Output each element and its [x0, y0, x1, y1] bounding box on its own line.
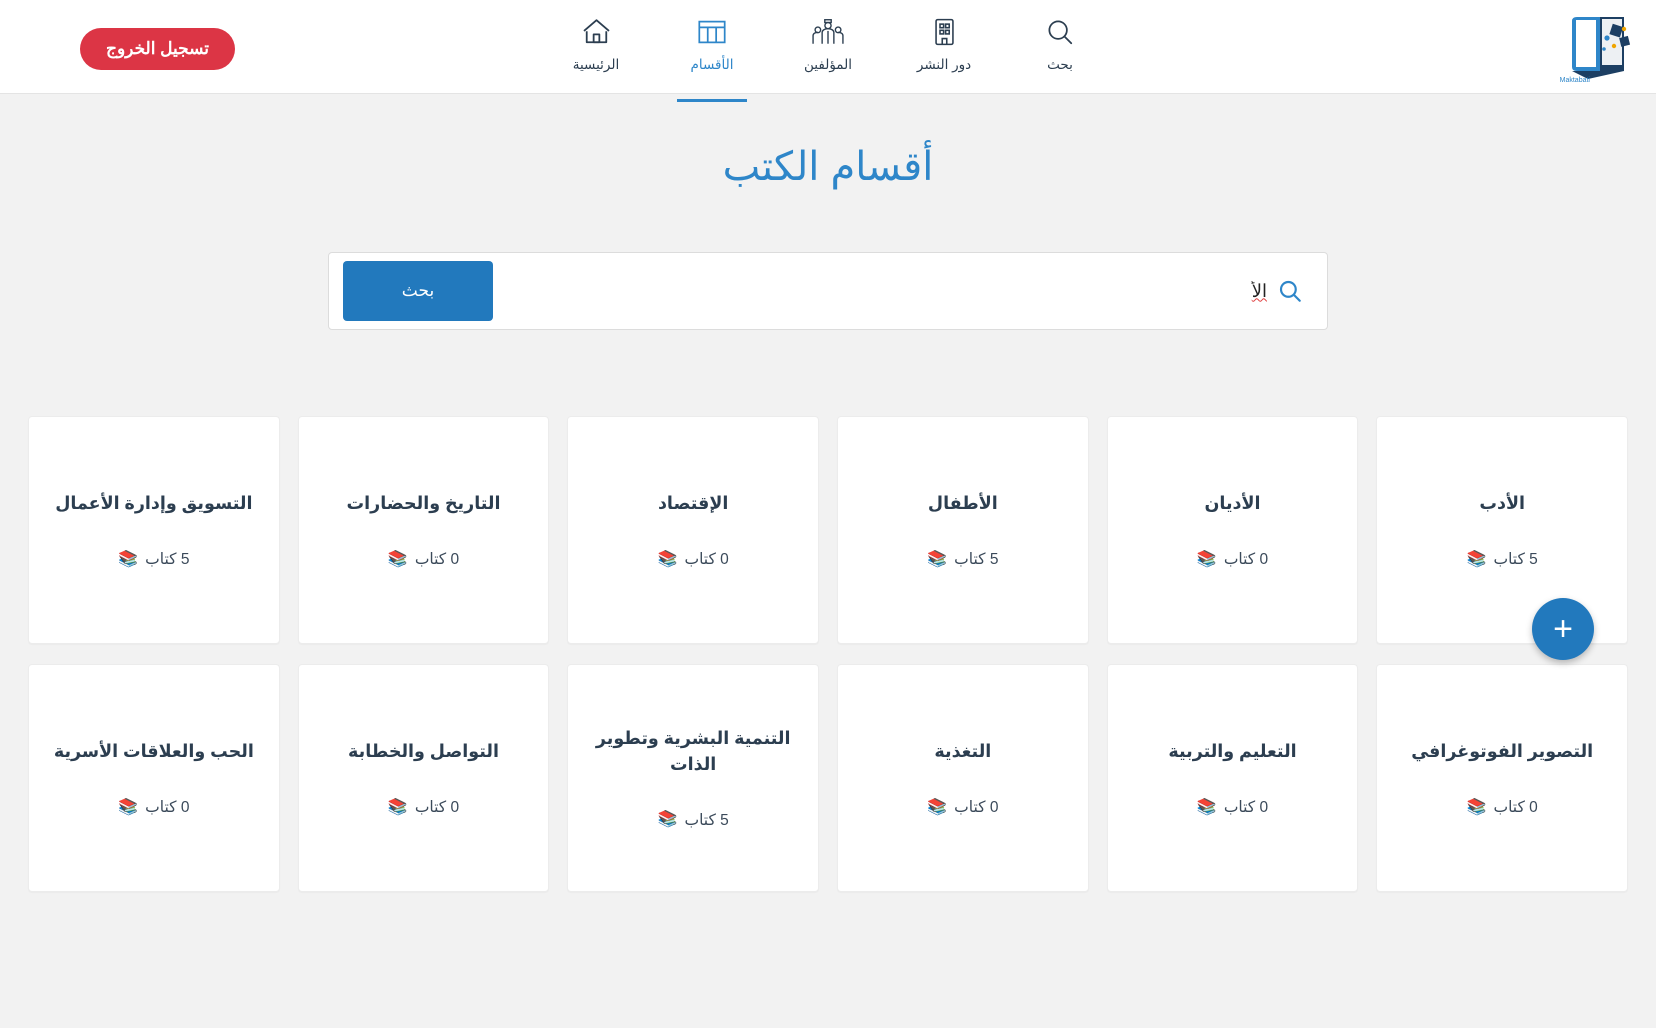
section-card-count: 📚 0 كتاب	[388, 798, 459, 817]
nav-label-home: الرئيسية	[572, 56, 620, 72]
search-bar: بحث	[328, 252, 1328, 330]
section-card-title: التعليم والتربية	[1168, 740, 1297, 761]
books-icon: 📚	[1466, 550, 1487, 568]
section-card-title: الإقتصاد	[657, 492, 729, 513]
search-icon	[1045, 14, 1075, 50]
section-card-count: 📚 0 كتاب	[1197, 798, 1268, 817]
nav-label-search: بحث	[1047, 56, 1073, 72]
search-submit-button[interactable]: بحث	[343, 261, 493, 321]
page-title: أقسام الكتب	[722, 145, 934, 189]
search-input[interactable]	[1207, 280, 1267, 302]
section-card-title: الأطفال	[927, 492, 998, 513]
nav-items-group: بحث دور النشر المؤلفين الأقسام الرئيسية	[548, 0, 1108, 102]
svg-text:Maktabati: Maktabati	[1560, 77, 1591, 84]
section-card-title: التغذية	[934, 740, 992, 761]
logout-button[interactable]: تسجيل الخروج	[80, 28, 236, 70]
section-card[interactable]: الحب والعلاقات الأسرية 📚 0 كتاب	[28, 664, 280, 892]
section-card-count: 📚 0 كتاب	[927, 798, 998, 817]
books-icon: 📚	[1196, 798, 1217, 816]
section-card-count-text: 5 كتاب	[1493, 551, 1538, 569]
section-card-count-text: 5 كتاب	[145, 551, 190, 569]
section-card-title: الأديان	[1204, 492, 1261, 513]
section-card-count: 📚 0 كتاب	[1467, 798, 1538, 817]
nav-label-sections: الأقسام	[690, 56, 734, 72]
nav-item-authors[interactable]: المؤلفين	[780, 14, 876, 94]
books-icon: 📚	[657, 550, 678, 568]
section-card[interactable]: الإقتصاد 📚 0 كتاب	[567, 416, 819, 644]
authors-icon	[812, 14, 844, 50]
nav-item-publishers[interactable]: دور النشر	[896, 14, 992, 94]
section-card-count-text: 0 كتاب	[414, 799, 460, 817]
books-icon: 📚	[927, 798, 948, 816]
section-card-count: 📚 5 كتاب	[658, 811, 729, 830]
books-icon: 📚	[387, 798, 408, 816]
magnifier-icon[interactable]	[1277, 278, 1303, 304]
section-card-title: التواصل والخطابة	[348, 740, 499, 761]
search-field-group	[493, 261, 1313, 321]
nav-item-sections[interactable]: الأقسام	[664, 14, 760, 102]
building-icon	[931, 14, 958, 50]
section-card[interactable]: الأطفال 📚 5 كتاب	[837, 416, 1089, 644]
books-icon: 📚	[1466, 798, 1487, 816]
section-card-count-text: 0 كتاب	[1223, 551, 1269, 569]
section-card-count-text: 0 كتاب	[1223, 799, 1269, 817]
section-card[interactable]: التعليم والتربية 📚 0 كتاب	[1106, 664, 1359, 892]
section-card-title: التسويق وإدارة الأعمال	[55, 492, 253, 513]
section-card-count-text: 0 كتاب	[414, 551, 460, 569]
sections-grid-icon	[697, 14, 727, 50]
section-card-count-text: 5 كتاب	[684, 811, 729, 829]
section-card-title: الحب والعلاقات الأسرية	[53, 740, 254, 761]
nav-item-home[interactable]: الرئيسية	[548, 14, 644, 94]
section-card-title: التاريخ والحضارات	[346, 492, 501, 513]
section-card-count: 📚 5 كتاب	[927, 550, 998, 569]
books-icon: 📚	[118, 798, 139, 816]
books-icon: 📚	[927, 550, 948, 568]
section-card[interactable]: التنمية البشرية وتطوير الذات 📚 5 كتاب	[567, 664, 819, 892]
section-card-count-text: 0 كتاب	[145, 799, 190, 817]
section-card-count: 📚 5 كتاب	[1467, 550, 1538, 569]
section-card-title: التنمية البشرية وتطوير الذات	[595, 728, 791, 774]
sections-grid: الأدب 📚 5 كتاب الأديان 📚 0 كتاب الأطفال …	[28, 416, 1628, 892]
nav-label-publishers: دور النشر	[916, 56, 972, 72]
books-icon: 📚	[387, 550, 408, 568]
section-card[interactable]: التصوير الفوتوغرافي 📚 0 كتاب	[1376, 664, 1628, 892]
section-card-count-text: 0 كتاب	[954, 799, 999, 817]
nav-item-search[interactable]: بحث	[1012, 14, 1108, 94]
section-card-count: 📚 0 كتاب	[388, 550, 459, 569]
section-card-title: الأدب	[1479, 492, 1525, 513]
section-card-count: 📚 0 كتاب	[1197, 550, 1268, 569]
section-card-count: 📚 5 كتاب	[118, 550, 189, 569]
add-section-button[interactable]: +	[1532, 598, 1594, 660]
section-card[interactable]: التواصل والخطابة 📚 0 كتاب	[297, 664, 550, 892]
section-card[interactable]: التسويق وإدارة الأعمال 📚 5 كتاب	[28, 416, 280, 644]
section-card[interactable]: الأدب 📚 5 كتاب	[1376, 416, 1628, 644]
nav-label-authors: المؤلفين	[804, 56, 852, 72]
section-card[interactable]: التاريخ والحضارات 📚 0 كتاب	[297, 416, 550, 644]
section-card-count-text: 5 كتاب	[954, 551, 999, 569]
site-logo[interactable]: Maktabati	[1554, 5, 1656, 89]
home-icon	[581, 14, 612, 50]
books-icon: 📚	[1196, 550, 1217, 568]
books-icon: 📚	[657, 811, 678, 829]
books-icon: 📚	[118, 550, 139, 568]
section-card-count: 📚 0 كتاب	[118, 798, 189, 817]
top-navigation-bar: تسجيل الخروج بحث دور النشر المؤلفين الأق…	[0, 0, 1656, 102]
section-card-title: التصوير الفوتوغرافي	[1411, 740, 1594, 761]
section-card[interactable]: الأديان 📚 0 كتاب	[1106, 416, 1359, 644]
section-card-count: 📚 0 كتاب	[658, 550, 729, 569]
section-card-count-text: 0 كتاب	[1493, 799, 1538, 817]
section-card[interactable]: التغذية 📚 0 كتاب	[837, 664, 1089, 892]
section-card-count-text: 0 كتاب	[684, 551, 729, 569]
